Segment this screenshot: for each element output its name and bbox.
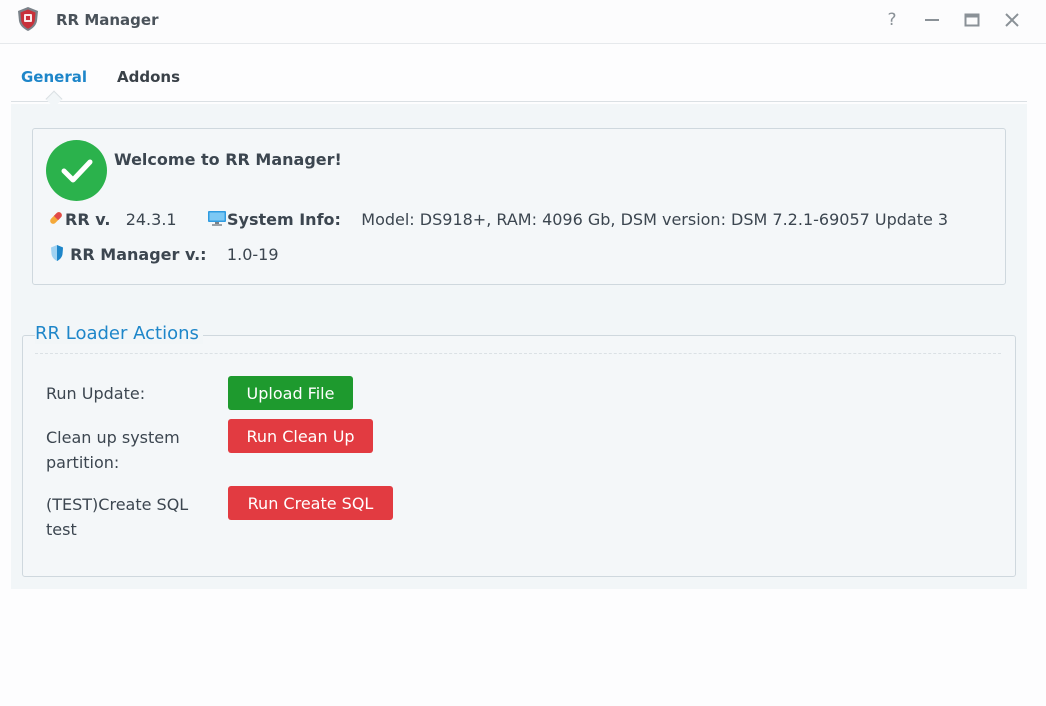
system-info-label: System Info: (227, 210, 341, 229)
minimize-icon[interactable] (919, 8, 945, 32)
rr-version-line: RR v. 24.3.1 (47, 209, 177, 229)
rr-version-label: RR v. (65, 210, 111, 229)
manager-version-line: RR Manager v.: 1.0-19 (49, 244, 279, 264)
manager-version-value: 1.0-19 (226, 245, 279, 264)
run-clean-up-button[interactable]: Run Clean Up (228, 419, 373, 453)
window-title: RR Manager (56, 11, 159, 29)
loader-actions-legend: RR Loader Actions (35, 323, 203, 344)
welcome-title: Welcome to RR Manager! (114, 150, 342, 169)
pill-icon (50, 212, 62, 224)
system-info-value: Model: DS918+, RAM: 4096 Gb, DSM version… (361, 210, 949, 229)
help-glyph: ? (887, 10, 897, 30)
close-icon[interactable] (999, 8, 1025, 32)
manager-version-label: RR Manager v.: (70, 245, 207, 264)
tab-general[interactable]: General (21, 68, 87, 86)
tab-addons[interactable]: Addons (117, 68, 180, 86)
monitor-icon (208, 211, 226, 226)
clean-up-label: Clean up system partition: (46, 428, 180, 472)
divider (35, 353, 1001, 354)
general-panel: Welcome to RR Manager! RR v. 24.3.1 Syst… (11, 104, 1027, 589)
shield-half-icon (51, 245, 63, 261)
welcome-box: Welcome to RR Manager! RR v. 24.3.1 Syst… (32, 128, 1006, 285)
check-circle-icon (46, 140, 107, 201)
tab-bar: General Addons (11, 62, 1027, 108)
title-bar: RR Manager ? (0, 0, 1046, 44)
create-sql-label: (TEST)Create SQL test (46, 495, 189, 539)
run-create-sql-button[interactable]: Run Create SQL (228, 486, 393, 520)
system-info-line: System Info: Model: DS918+, RAM: 4096 Gb… (207, 209, 948, 229)
maximize-icon[interactable] (959, 8, 985, 32)
shield-logo-icon (18, 7, 38, 31)
rr-version-value: 24.3.1 (125, 210, 177, 229)
upload-file-button[interactable]: Upload File (228, 376, 353, 410)
run-update-label: Run Update: (46, 384, 146, 403)
help-icon[interactable]: ? (879, 8, 905, 32)
